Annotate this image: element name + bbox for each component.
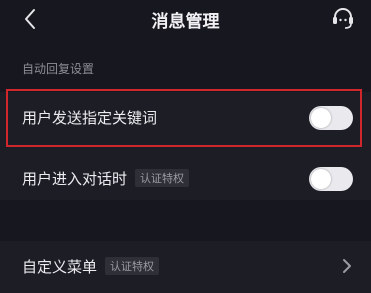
certification-badge: 认证特权 [105, 257, 160, 275]
top-bar: 消息管理 [0, 0, 371, 40]
toggle-knob [311, 169, 331, 189]
row-custom-menu-text: 自定义菜单 [22, 258, 98, 276]
page-title: 消息管理 [151, 12, 220, 32]
section-label: 自动回复设置 [22, 62, 95, 76]
row-custom-menu-label: 自定义菜单 认证特权 [22, 256, 160, 277]
chevron-right-icon [343, 259, 351, 273]
enter-dialog-toggle[interactable] [309, 167, 353, 191]
certification-badge: 认证特权 [135, 169, 190, 187]
row-custom-menu[interactable]: 自定义菜单 认证特权 [0, 241, 371, 293]
highlight-box [6, 89, 362, 147]
row-enter-dialog-label: 用户进入对话时 认证特权 [22, 168, 190, 189]
headset-icon[interactable] [329, 4, 357, 32]
row-enter-dialog-text: 用户进入对话时 [22, 170, 128, 188]
row-enter-dialog: 用户进入对话时 认证特权 [0, 153, 371, 205]
